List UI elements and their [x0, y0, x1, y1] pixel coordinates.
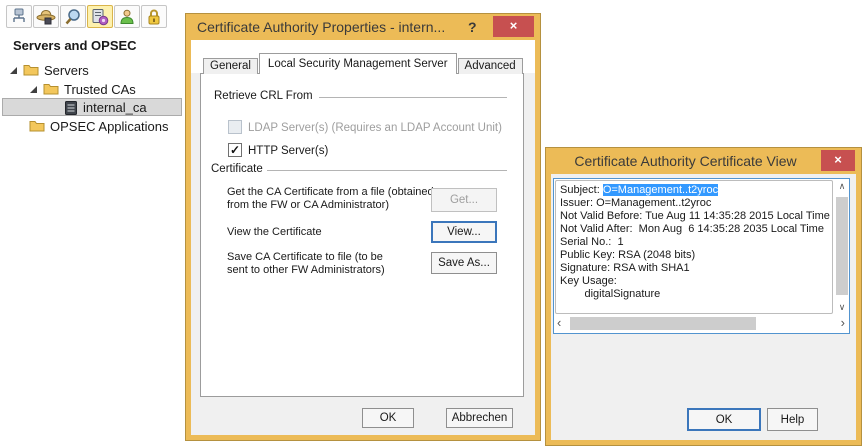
- get-certificate-label-line2: from the FW or CA Administrator): [227, 199, 389, 212]
- tree-item-label: OPSEC Applications: [50, 119, 169, 134]
- server-gear-icon: [91, 8, 109, 26]
- search-icon: [64, 8, 82, 26]
- cert-line: Serial No.: 1: [560, 236, 832, 249]
- network-objects-button[interactable]: [6, 5, 32, 28]
- tree-item-label: internal_ca: [83, 100, 147, 115]
- scroll-left-icon[interactable]: ‹: [557, 316, 561, 330]
- ok-button[interactable]: OK: [687, 408, 761, 431]
- view-certificate-label: View the Certificate: [227, 226, 322, 239]
- http-servers-checkbox-label: HTTP Server(s): [248, 145, 328, 157]
- tree-item-label: Servers: [44, 63, 89, 78]
- cert-line: Issuer: O=Management..t2yroc: [560, 197, 832, 210]
- help-icon[interactable]: ?: [468, 14, 477, 40]
- scrollbar-thumb[interactable]: [836, 197, 848, 295]
- network-icon: [10, 8, 28, 25]
- save-certificate-label-line1: Save CA Certificate to file (to be: [227, 251, 383, 264]
- search-button[interactable]: [60, 5, 86, 28]
- tree-item-trusted-cas[interactable]: Trusted CAs: [2, 80, 182, 98]
- http-servers-checkbox[interactable]: ✓: [228, 143, 242, 157]
- folder-icon: [43, 82, 59, 95]
- tab-local-security-management-server[interactable]: Local Security Management Server: [259, 53, 457, 74]
- ldap-servers-checkbox-label: LDAP Server(s) (Requires an LDAP Account…: [248, 122, 502, 134]
- save-as-button[interactable]: Save As...: [431, 252, 497, 274]
- hat-icon: [36, 8, 56, 25]
- get-button[interactable]: Get...: [431, 188, 497, 212]
- ldap-servers-checkbox[interactable]: [228, 120, 242, 134]
- tree-item-servers[interactable]: Servers: [2, 61, 182, 79]
- group-divider: [319, 97, 507, 98]
- certificate-text[interactable]: Subject: O=Management..t2yroc Issuer: O=…: [555, 180, 833, 314]
- services-button[interactable]: [33, 5, 59, 28]
- cert-line: Not Valid Before: Tue Aug 11 14:35:28 20…: [560, 210, 832, 223]
- expand-arrow-icon[interactable]: [10, 67, 17, 74]
- certificate-view-dialog: Certificate Authority Certificate View ×…: [546, 148, 861, 445]
- cert-line-subject: Subject: O=Management..t2yroc: [560, 184, 832, 197]
- tree-item-label: Trusted CAs: [64, 82, 136, 97]
- tree-item-opsec-applications[interactable]: OPSEC Applications: [2, 117, 182, 135]
- cert-line: Signature: RSA with SHA1: [560, 262, 832, 275]
- cert-line: Key Usage:: [560, 275, 832, 288]
- dialog-titlebar[interactable]: Certificate Authority Certificate View ×: [546, 148, 861, 174]
- cancel-button[interactable]: Abbrechen: [446, 408, 513, 428]
- ok-button[interactable]: OK: [362, 408, 414, 428]
- scrollbar-thumb[interactable]: [570, 317, 756, 330]
- view-button[interactable]: View...: [431, 221, 497, 243]
- close-button[interactable]: ×: [493, 16, 534, 37]
- tab-advanced[interactable]: Advanced: [458, 58, 523, 74]
- dialog-body: Subject: O=Management..t2yroc Issuer: O=…: [551, 174, 856, 440]
- dialog-title: Certificate Authority Properties - inter…: [197, 14, 445, 40]
- certificate-details-view[interactable]: Subject: O=Management..t2yroc Issuer: O=…: [553, 178, 850, 334]
- group-divider: [267, 170, 507, 171]
- lock-icon: [147, 8, 161, 25]
- users-button[interactable]: [114, 5, 140, 28]
- tree-header: Servers and OPSEC: [13, 38, 137, 53]
- scroll-down-icon[interactable]: ∨: [835, 302, 849, 313]
- certificate-group-label: Certificate: [211, 163, 263, 175]
- subject-prefix: Subject:: [560, 184, 603, 196]
- tree-item-internal-ca[interactable]: internal_ca: [2, 98, 182, 116]
- tab-general[interactable]: General: [203, 58, 258, 74]
- horizontal-scrollbar[interactable]: ‹ ›: [555, 316, 848, 332]
- crl-group-label: Retrieve CRL From: [214, 90, 313, 102]
- expand-arrow-icon[interactable]: [30, 86, 37, 93]
- save-certificate-label-line2: sent to other FW Administrators): [227, 264, 385, 277]
- scroll-up-icon[interactable]: ∧: [835, 181, 849, 192]
- tab-strip: General Local Security Management Server…: [203, 53, 524, 74]
- folder-icon: [29, 119, 45, 132]
- dialog-body: General Local Security Management Server…: [191, 40, 535, 435]
- vertical-scrollbar[interactable]: ∧ ∨: [835, 180, 849, 314]
- subject-selected-text: O=Management..t2yroc: [603, 184, 718, 196]
- help-button[interactable]: Help: [767, 408, 818, 431]
- cert-line: digitalSignature: [560, 288, 832, 301]
- ca-document-icon: [65, 101, 77, 115]
- servers-opsec-button[interactable]: [87, 5, 113, 28]
- certificate-authority-properties-dialog: Certificate Authority Properties - inter…: [186, 14, 540, 440]
- user-icon: [119, 9, 135, 25]
- application-window: Servers and OPSEC Servers Trusted CAs: [0, 0, 862, 447]
- cert-line: Public Key: RSA (2048 bits): [560, 249, 832, 262]
- dialog-title: Certificate Authority Certificate View: [556, 148, 815, 174]
- folder-icon: [23, 63, 39, 76]
- get-certificate-label-line1: Get the CA Certificate from a file (obta…: [227, 186, 434, 199]
- cert-line: Not Valid After: Mon Aug 6 14:35:28 2035…: [560, 223, 832, 236]
- tab-page: Retrieve CRL From LDAP Server(s) (Requir…: [200, 73, 524, 397]
- scroll-right-icon[interactable]: ›: [841, 316, 845, 330]
- dialog-titlebar[interactable]: Certificate Authority Properties - inter…: [186, 14, 540, 40]
- vpn-communities-button[interactable]: [141, 5, 167, 28]
- close-button[interactable]: ×: [821, 150, 855, 171]
